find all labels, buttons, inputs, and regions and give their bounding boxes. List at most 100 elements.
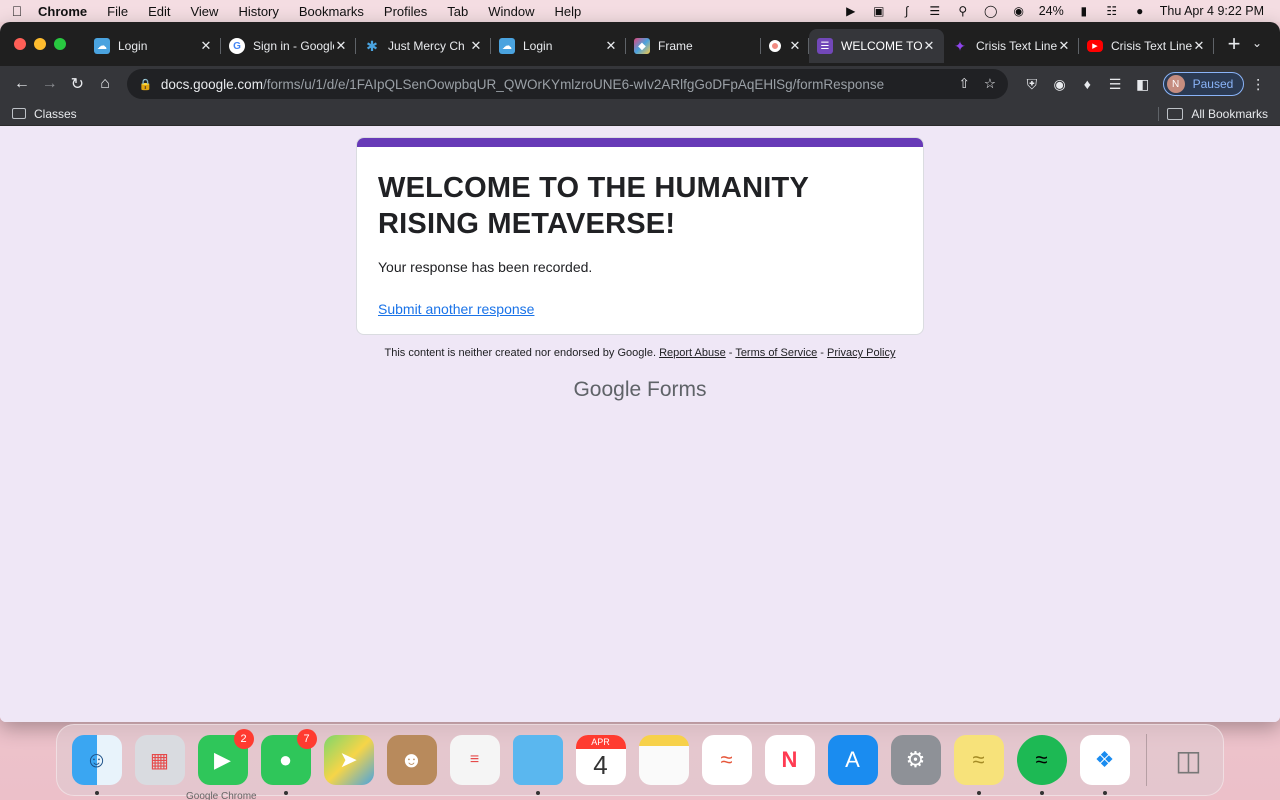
google-icon: G bbox=[229, 38, 245, 54]
spotify-icon[interactable]: ≈ bbox=[1016, 735, 1067, 795]
extension-shield-icon[interactable]: ⛨ bbox=[1018, 76, 1046, 93]
close-icon[interactable]: ✕ bbox=[334, 38, 348, 54]
all-bookmarks-button[interactable]: All Bookmarks bbox=[1158, 106, 1268, 121]
menu-edit[interactable]: Edit bbox=[138, 4, 180, 19]
menu-file[interactable]: File bbox=[97, 4, 138, 19]
asterisk-icon: ✱ bbox=[366, 37, 378, 54]
extension-record-icon[interactable]: ◉ bbox=[1046, 76, 1074, 93]
folder-icon[interactable] bbox=[512, 735, 563, 795]
menu-view[interactable]: View bbox=[180, 4, 228, 19]
terms-of-service-link[interactable]: Terms of Service bbox=[735, 347, 817, 359]
display-icon[interactable]: ▣ bbox=[871, 4, 887, 18]
profile-button[interactable]: N Paused bbox=[1162, 72, 1245, 96]
system-settings-icon[interactable]: ⚙ bbox=[890, 735, 941, 785]
freeform-icon[interactable]: ≈ bbox=[701, 735, 752, 785]
logo-google: Google bbox=[573, 378, 642, 401]
close-icon[interactable]: ✕ bbox=[1192, 38, 1206, 54]
close-icon[interactable]: ✕ bbox=[469, 38, 483, 54]
calendar-icon[interactable]: APR 4 bbox=[575, 735, 626, 785]
menu-history[interactable]: History bbox=[228, 4, 288, 19]
news-icon[interactable]: N bbox=[764, 735, 815, 785]
minimize-window-button[interactable] bbox=[34, 38, 46, 50]
tab-crisis-youtube[interactable]: ▶ Crisis Text Line ✕ bbox=[1079, 29, 1214, 63]
forward-arrow-icon[interactable]: → bbox=[36, 75, 64, 93]
logo-forms: Forms bbox=[647, 378, 707, 401]
close-icon[interactable]: ✕ bbox=[922, 38, 936, 54]
crisis-icon: ✦ bbox=[954, 37, 966, 54]
spotlight-search-icon[interactable]: ⚲ bbox=[955, 4, 971, 18]
url-host: docs.google.com bbox=[160, 76, 263, 92]
address-bar[interactable]: 🔒 docs.google.com/forms/u/1/d/e/1FAIpQLS… bbox=[126, 69, 1009, 99]
control-center-icon[interactable]: ☷ bbox=[1104, 4, 1120, 18]
menu-tab[interactable]: Tab bbox=[437, 4, 478, 19]
extensions-puzzle-icon[interactable]: ♦ bbox=[1073, 76, 1101, 92]
reminders-icon[interactable]: ≡ bbox=[449, 735, 500, 785]
menu-help[interactable]: Help bbox=[545, 4, 592, 19]
app-store-icon[interactable]: A bbox=[827, 735, 878, 785]
tab-login-2[interactable]: ☁ Login ✕ bbox=[491, 29, 626, 63]
launchpad-icon[interactable]: ▦ bbox=[134, 735, 185, 785]
tab-title: Sign in - Google bbox=[253, 39, 334, 53]
form-response-card: WELCOME TO THE HUMANITY RISING METAVERSE… bbox=[356, 137, 924, 335]
tab-recording[interactable]: ✕ bbox=[761, 29, 809, 63]
close-icon[interactable]: ✕ bbox=[1057, 38, 1071, 54]
footer-separator: - bbox=[725, 347, 736, 359]
tab-search-chevron-down-icon[interactable]: ⌄ bbox=[1252, 36, 1262, 50]
tabs: ☁ Login ✕ G Sign in - Google ✕ ✱ Just Me… bbox=[86, 22, 1254, 66]
notes-icon[interactable] bbox=[638, 735, 689, 785]
report-abuse-link[interactable]: Report Abuse bbox=[659, 347, 726, 359]
messages-icon[interactable]: ● 7 bbox=[260, 729, 317, 795]
menu-profiles[interactable]: Profiles bbox=[374, 4, 437, 19]
window-controls bbox=[0, 38, 86, 50]
menu-app-name[interactable]: Chrome bbox=[34, 4, 97, 19]
bluetooth-icon[interactable]: ∫ bbox=[899, 4, 915, 18]
bookmark-star-icon[interactable]: ☆ bbox=[984, 76, 996, 92]
tab-google-signin[interactable]: G Sign in - Google ✕ bbox=[221, 29, 356, 63]
siri-icon[interactable]: ● bbox=[1132, 4, 1148, 18]
calendar-month: APR bbox=[575, 735, 626, 749]
menubar-status-area: ▶ ▣ ∫ ☰ ⚲ ◯ ◉ 24% ▮ ☷ ● Thu Apr 4 9:22 P… bbox=[843, 4, 1280, 18]
play-circle-icon[interactable]: ▶ bbox=[843, 4, 859, 18]
bookmarks-bar: Classes All Bookmarks bbox=[0, 102, 1280, 126]
calendar-day: 4 bbox=[593, 749, 608, 780]
privacy-policy-link[interactable]: Privacy Policy bbox=[827, 347, 895, 359]
fullscreen-window-button[interactable] bbox=[54, 38, 66, 50]
safari-icon[interactable]: ❖ bbox=[1079, 735, 1130, 795]
apple-icon[interactable]:  bbox=[0, 3, 34, 19]
back-arrow-icon[interactable]: ← bbox=[8, 75, 36, 93]
share-icon[interactable]: ⇧ bbox=[959, 76, 970, 92]
reading-list-icon[interactable]: ☰ bbox=[1101, 76, 1129, 93]
close-icon[interactable]: ✕ bbox=[604, 38, 618, 54]
cloud-icon: ☁ bbox=[94, 38, 110, 54]
google-forms-logo[interactable]: Google Forms bbox=[0, 378, 1280, 402]
facetime-icon[interactable]: ▶ 2 bbox=[197, 729, 254, 785]
accessibility-icon[interactable]: ◯ bbox=[983, 4, 999, 18]
close-icon[interactable]: ✕ bbox=[789, 38, 801, 54]
trash-icon[interactable]: ◫ bbox=[1164, 735, 1214, 785]
menu-bookmarks[interactable]: Bookmarks bbox=[289, 4, 374, 19]
maps-icon[interactable]: ➤ bbox=[323, 735, 374, 785]
tab-login-1[interactable]: ☁ Login ✕ bbox=[86, 29, 221, 63]
wifi-icon[interactable]: ☰ bbox=[927, 4, 943, 18]
stickies-icon[interactable]: ≈ bbox=[953, 735, 1004, 795]
airdrop-icon[interactable]: ◉ bbox=[1011, 4, 1027, 18]
reload-icon[interactable]: ↻ bbox=[63, 74, 91, 94]
menubar-clock[interactable]: Thu Apr 4 9:22 PM bbox=[1160, 4, 1264, 18]
lock-icon[interactable]: 🔒 bbox=[139, 78, 155, 91]
tab-frame[interactable]: ◆ Frame bbox=[626, 29, 761, 63]
battery-icon[interactable]: ▮ bbox=[1076, 4, 1092, 18]
finder-icon[interactable]: ☺ bbox=[71, 735, 122, 795]
tab-welcome-form[interactable]: ☰ WELCOME TO ✕ bbox=[809, 29, 944, 63]
submit-another-response-link[interactable]: Submit another response bbox=[357, 275, 923, 317]
close-window-button[interactable] bbox=[14, 38, 26, 50]
bookmark-classes[interactable]: Classes bbox=[34, 107, 77, 121]
contacts-icon[interactable]: ☻ bbox=[386, 735, 437, 785]
more-menu-icon[interactable]: ⋮ bbox=[1244, 76, 1272, 93]
menu-window[interactable]: Window bbox=[478, 4, 544, 19]
new-tab-button[interactable]: + bbox=[1214, 31, 1254, 57]
home-icon[interactable]: ⌂ bbox=[91, 75, 119, 93]
close-icon[interactable]: ✕ bbox=[199, 38, 213, 54]
tab-crisis-text-line[interactable]: ✦ Crisis Text Line ✕ bbox=[944, 29, 1079, 63]
side-panel-icon[interactable]: ◧ bbox=[1129, 76, 1157, 93]
tab-just-mercy[interactable]: ✱ Just Mercy Ch ✕ bbox=[356, 29, 491, 63]
